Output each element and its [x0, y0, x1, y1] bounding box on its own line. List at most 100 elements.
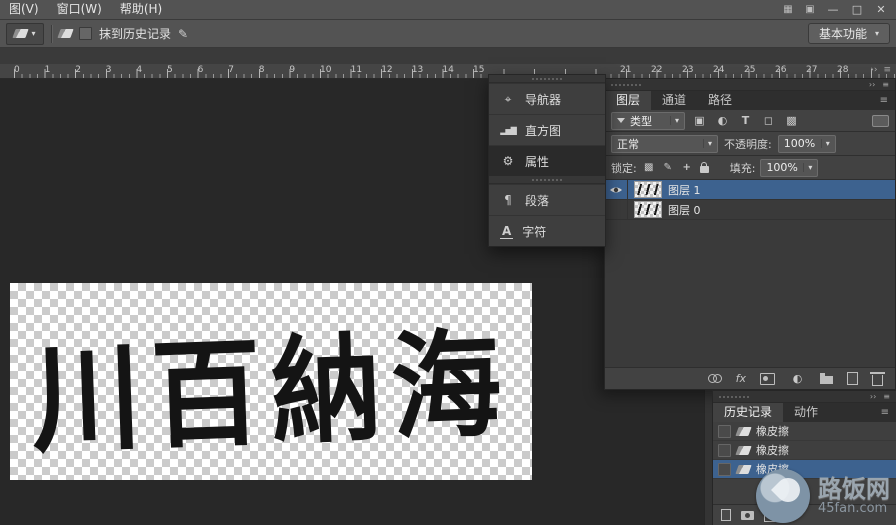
- arrange-documents-icon[interactable]: ▦: [778, 4, 798, 15]
- layer-filter-row: 类型 ▾ ▣ ◐ T ◻ ▩: [605, 110, 895, 132]
- ruler-number: 13: [411, 65, 424, 75]
- ruler-number: 4: [136, 65, 143, 75]
- document-tab-strip: [0, 48, 896, 65]
- filter-icon: [617, 118, 625, 123]
- lock-position-icon[interactable]: +: [680, 162, 694, 173]
- kind-filter-label: 类型: [630, 114, 652, 128]
- filter-toggle-icon[interactable]: [872, 114, 889, 127]
- filter-pixel-layers-icon[interactable]: ▣: [691, 114, 708, 127]
- lock-all-icon[interactable]: [699, 162, 709, 173]
- visibility-toggle[interactable]: [605, 200, 628, 219]
- add-mask-icon[interactable]: [760, 372, 775, 385]
- ruler-number: 8: [258, 65, 265, 75]
- tab-paths[interactable]: 路径: [697, 91, 743, 110]
- blend-mode-value: 正常: [617, 137, 639, 151]
- collapse-panel-icon[interactable]: ››: [870, 392, 876, 402]
- collapse-dock-icon[interactable]: ››: [870, 65, 877, 75]
- dock-menu-icon[interactable]: ≡: [883, 65, 891, 75]
- ruler-number: 26: [775, 65, 787, 75]
- link-layers-icon[interactable]: [707, 374, 722, 383]
- new-group-icon[interactable]: [820, 373, 833, 384]
- layer-list: 图层 1 图层 0: [605, 180, 895, 367]
- tab-channels[interactable]: 通道: [651, 91, 697, 110]
- filter-type-layers-icon[interactable]: T: [737, 114, 754, 127]
- panel-options-icon[interactable]: ≡: [882, 80, 889, 90]
- screen-mode-icon[interactable]: ▣: [800, 4, 820, 15]
- eraser-tool-icon[interactable]: [57, 29, 74, 38]
- eye-icon: [610, 187, 622, 192]
- ruler-number: 14: [442, 65, 454, 75]
- panel-button-paragraph[interactable]: ¶ 段落: [489, 184, 605, 215]
- filter-smart-objects-icon[interactable]: ▩: [783, 114, 800, 127]
- erase-to-history-label: 抹到历史记录: [99, 27, 172, 41]
- panel-button-label: 属性: [525, 154, 550, 169]
- filter-shape-layers-icon[interactable]: ◻: [760, 114, 777, 127]
- brush-panel-icon[interactable]: ✎: [178, 27, 188, 41]
- character-icon: A: [500, 223, 514, 239]
- blend-mode-select[interactable]: 正常 ▾: [611, 134, 718, 153]
- history-source-checkbox[interactable]: [718, 443, 731, 457]
- new-document-from-state-icon[interactable]: [721, 509, 731, 521]
- history-step-label: 橡皮擦: [756, 444, 789, 457]
- history-source-checkbox[interactable]: [718, 424, 731, 438]
- tab-layers[interactable]: 图层: [605, 91, 652, 110]
- history-step[interactable]: 橡皮擦: [713, 422, 896, 441]
- panel-button-properties[interactable]: ⚙ 属性: [489, 145, 605, 176]
- panel-grip[interactable]: [489, 176, 605, 184]
- ruler: 0 1 2 3 4 5 6 7 8 9 10 11 12 13 14 15 21 22 23 24 25 26 27 28: [0, 64, 896, 79]
- paragraph-icon: ¶: [504, 193, 512, 207]
- panel-options-icon[interactable]: ≡: [883, 392, 890, 402]
- ruler-number: 15: [473, 65, 485, 75]
- panel-icon-dock: ⌖ 导航器 ▂▅▇ 直方图 ⚙ 属性 ¶ 段落 A 字符: [488, 74, 606, 247]
- visibility-toggle[interactable]: [605, 180, 628, 199]
- panel-button-character[interactable]: A 字符: [489, 215, 605, 246]
- ruler-number: 10: [320, 65, 332, 75]
- restore-button[interactable]: □: [846, 0, 868, 19]
- tab-actions[interactable]: 动作: [783, 403, 829, 422]
- filter-adjustment-layers-icon[interactable]: ◐: [714, 114, 731, 127]
- tab-history[interactable]: 历史记录: [713, 403, 784, 422]
- dock-header[interactable]: ›› ≡: [605, 79, 895, 91]
- erase-to-history-checkbox[interactable]: [79, 27, 92, 40]
- menu-view[interactable]: 图(V): [0, 0, 48, 19]
- lock-transparency-icon[interactable]: ▩: [642, 162, 656, 173]
- minimize-button[interactable]: —: [822, 0, 844, 19]
- ruler-number: 9: [289, 65, 296, 75]
- panel-button-histogram[interactable]: ▂▅▇ 直方图: [489, 114, 605, 145]
- delete-layer-icon[interactable]: [870, 371, 885, 386]
- ruler-number: 1: [44, 65, 51, 75]
- lock-pixels-icon[interactable]: ✎: [661, 162, 675, 173]
- layer-row[interactable]: 图层 1: [605, 180, 895, 200]
- history-source-checkbox[interactable]: [718, 462, 731, 476]
- new-snapshot-icon[interactable]: [741, 510, 754, 520]
- menu-window[interactable]: 窗口(W): [48, 0, 111, 19]
- layer-row[interactable]: 图层 0: [605, 200, 895, 220]
- layer-thumbnail[interactable]: [634, 201, 662, 218]
- canvas-document[interactable]: 川百納海: [10, 283, 532, 480]
- layer-thumbnail[interactable]: [634, 181, 662, 198]
- history-step-label: 橡皮擦: [756, 425, 789, 438]
- panel-menu-icon[interactable]: ≡: [880, 95, 888, 106]
- workspace-label: 基本功能: [818, 27, 867, 41]
- panel-button-label: 直方图: [525, 123, 562, 138]
- adjustment-layer-icon[interactable]: ◐: [789, 372, 806, 385]
- panel-menu-icon[interactable]: ≡: [881, 407, 889, 418]
- dock-header[interactable]: ›› ≡: [713, 391, 896, 403]
- panel-grip[interactable]: [489, 75, 605, 83]
- history-tab-bar: 历史记录 动作 ≡: [713, 403, 896, 422]
- close-button[interactable]: ✕: [870, 0, 892, 19]
- layer-style-icon[interactable]: fx: [736, 372, 746, 385]
- panel-button-navigator[interactable]: ⌖ 导航器: [489, 83, 605, 114]
- fill-select[interactable]: 100% ▾: [760, 158, 819, 177]
- tool-preset-button[interactable]: ▾: [6, 22, 44, 45]
- opacity-select[interactable]: 100% ▾: [777, 134, 836, 153]
- collapse-panel-icon[interactable]: ››: [869, 80, 875, 90]
- ruler-number: 12: [381, 65, 393, 75]
- workspace-button[interactable]: 基本功能 ▾: [807, 23, 890, 44]
- dock-header-icons: ›› ≡: [870, 65, 891, 75]
- panel-button-label: 导航器: [525, 92, 562, 107]
- kind-filter-select[interactable]: 类型 ▾: [611, 111, 685, 130]
- menu-help[interactable]: 帮助(H): [111, 0, 171, 19]
- new-layer-icon[interactable]: [847, 372, 858, 385]
- history-step[interactable]: 橡皮擦: [713, 441, 896, 460]
